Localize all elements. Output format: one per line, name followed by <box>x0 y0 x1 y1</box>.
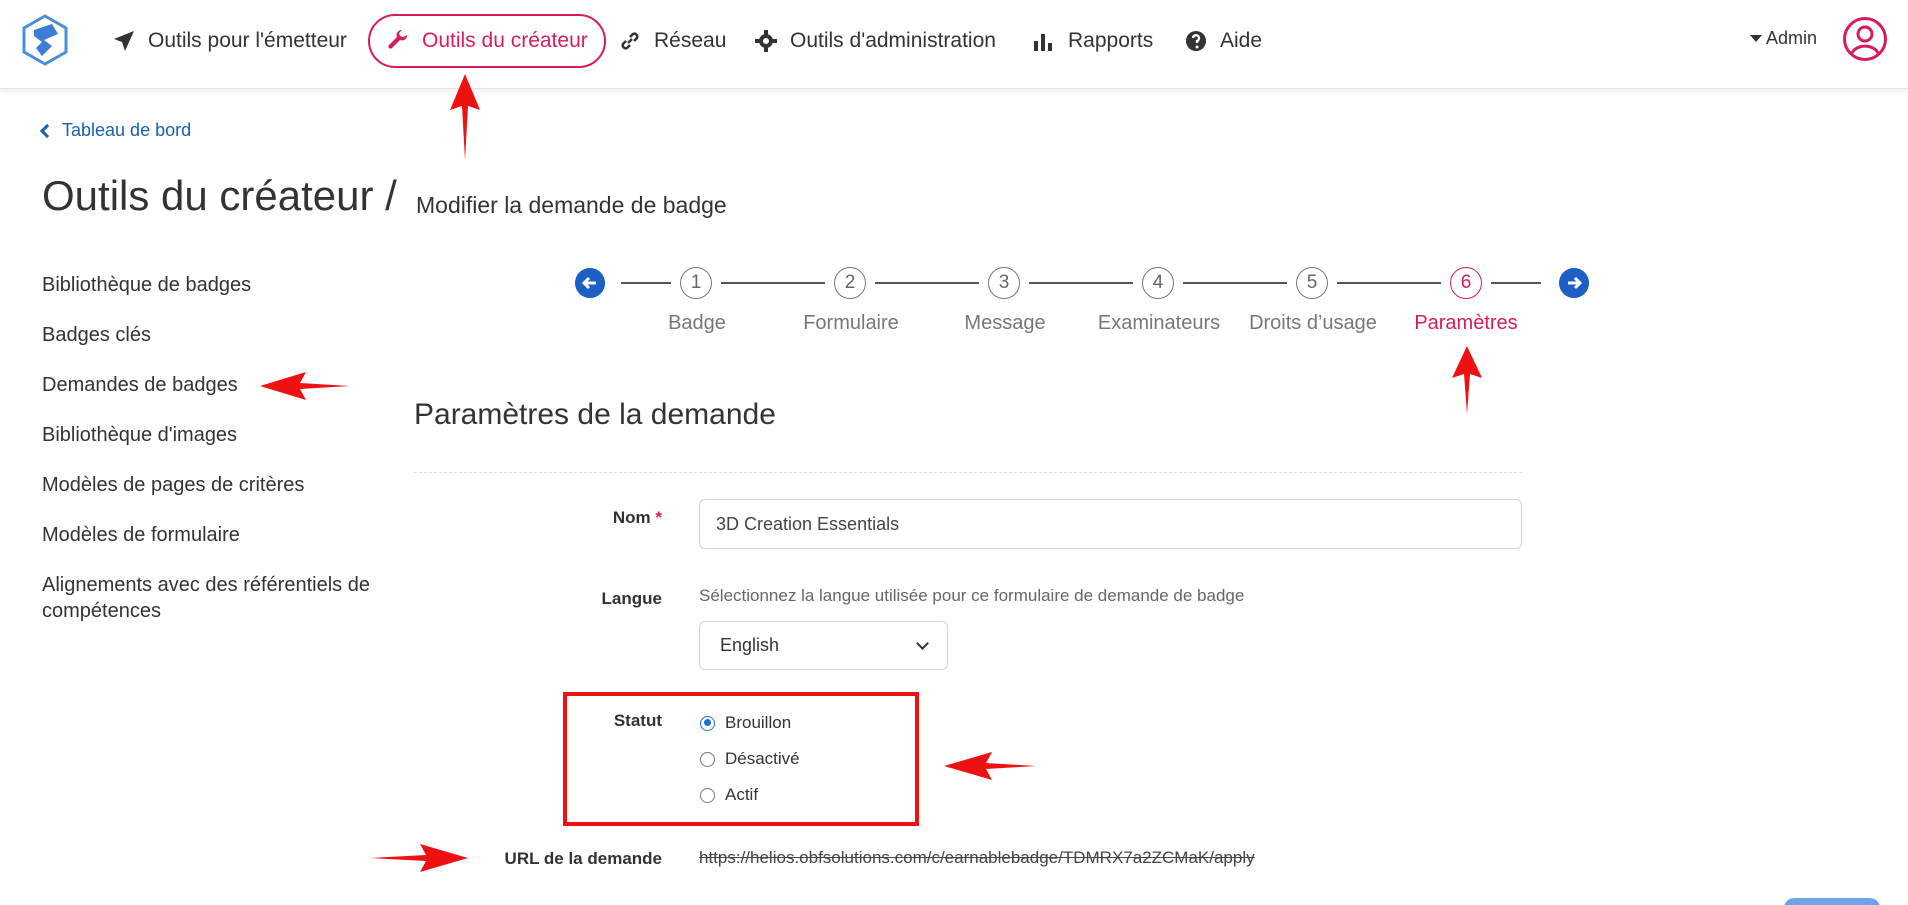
next-step-button[interactable] <box>1559 268 1589 298</box>
user-name: Admin <box>1766 28 1818 48</box>
step-1-label[interactable]: Badge <box>668 312 726 335</box>
name-label-text: Nom <box>612 508 651 527</box>
section-divider <box>414 472 1522 473</box>
step-connector <box>1491 282 1541 284</box>
gear-icon <box>755 30 777 52</box>
status-option-draft[interactable]: Brouillon <box>700 713 791 733</box>
status-option-label: Désactivé <box>725 749 800 768</box>
sidebar: Bibliothèque de badges Badges clés Deman… <box>42 272 382 648</box>
nav-admin-tools-label: Outils d'administration <box>790 29 996 52</box>
step-connector <box>721 282 825 284</box>
step-4-label[interactable]: Examinateurs <box>1098 312 1220 335</box>
nav-issuer-tools-label: Outils pour l'émetteur <box>148 29 347 52</box>
status-label: Statut <box>613 711 662 730</box>
sidebar-item-competency-alignments[interactable]: Alignements avec des référentiels de com… <box>42 572 382 624</box>
nav-network-label: Réseau <box>654 29 727 52</box>
bar-chart-icon <box>1034 34 1052 51</box>
nav-issuer-tools[interactable]: Outils pour l'émetteur <box>112 14 347 68</box>
url-label: URL de la demande <box>504 849 662 868</box>
caret-down-icon <box>1750 35 1762 42</box>
annotation-arrow-up-icon <box>1452 346 1482 414</box>
previous-step-button[interactable] <box>575 268 605 298</box>
wizard-stepper: 1 2 3 4 5 6 Badge Formulaire Message Exa… <box>575 264 1595 344</box>
request-url[interactable]: https://helios.obfsolutions.com/c/earnab… <box>699 848 1255 868</box>
step-5-circle[interactable]: 5 <box>1296 267 1328 299</box>
status-option-label: Actif <box>725 785 759 804</box>
chevron-left-icon <box>39 123 55 138</box>
nav-help-label: Aide <box>1220 29 1263 52</box>
step-4-circle[interactable]: 4 <box>1142 267 1174 299</box>
step-6-label[interactable]: Paramètres <box>1414 312 1517 335</box>
sidebar-item-form-templates[interactable]: Modèles de formulaire <box>42 522 382 548</box>
radio-button-checked[interactable] <box>700 715 715 731</box>
sidebar-item-image-library[interactable]: Bibliothèque d'images <box>42 422 382 448</box>
nav-admin-tools[interactable]: Outils d'administration <box>754 14 996 68</box>
annotation-arrow-left-icon <box>260 372 350 400</box>
step-1-circle[interactable]: 1 <box>680 267 712 299</box>
chevron-down-icon <box>916 636 929 650</box>
nav-help[interactable]: Aide <box>1184 14 1262 68</box>
status-option-active[interactable]: Actif <box>700 785 758 805</box>
step-3-label[interactable]: Message <box>964 312 1045 335</box>
radio-button[interactable] <box>700 787 715 803</box>
name-input[interactable]: 3D Creation Essentials <box>699 499 1522 549</box>
language-help-text: Sélectionnez la langue utilisée pour ce … <box>699 586 1245 605</box>
wrench-icon <box>388 29 408 49</box>
language-select-value: English <box>720 635 780 655</box>
nav-network[interactable]: Réseau <box>618 14 726 68</box>
top-navbar: Outils pour l'émetteur Outils du créateu… <box>0 0 1908 89</box>
nav-creator-tools[interactable]: Outils du créateur <box>368 14 606 68</box>
annotation-arrow-left-icon <box>944 752 1036 780</box>
step-connector <box>1183 282 1287 284</box>
name-label: Nom * <box>560 508 662 528</box>
link-icon <box>621 32 639 50</box>
name-input-value: 3D Creation Essentials <box>716 513 900 534</box>
status-option-disabled[interactable]: Désactivé <box>700 749 800 769</box>
question-circle-icon <box>1186 31 1206 51</box>
nav-reports[interactable]: Rapports <box>1032 14 1153 68</box>
step-6-circle[interactable]: 6 <box>1450 267 1482 299</box>
page-subtitle: Modifier la demande de badge <box>416 192 727 218</box>
step-connector <box>1029 282 1133 284</box>
step-2-label[interactable]: Formulaire <box>803 312 899 335</box>
sidebar-item-badge-library[interactable]: Bibliothèque de badges <box>42 272 382 298</box>
step-3-circle[interactable]: 3 <box>988 267 1020 299</box>
nav-creator-tools-label: Outils du créateur <box>422 29 588 52</box>
section-title: Paramètres de la demande <box>414 398 776 431</box>
radio-button[interactable] <box>700 751 715 767</box>
user-menu[interactable]: Admin <box>1750 28 1817 49</box>
language-label: Langue <box>601 589 662 608</box>
step-2-circle[interactable]: 2 <box>834 267 866 299</box>
save-button[interactable] <box>1784 898 1880 905</box>
step-connector <box>875 282 979 284</box>
step-5-label[interactable]: Droits d’usage <box>1249 312 1377 335</box>
required-mark: * <box>655 508 662 527</box>
back-to-dashboard-link[interactable]: Tableau de bord <box>39 120 192 141</box>
nav-reports-label: Rapports <box>1068 29 1154 52</box>
page-title: Outils du créateur / <box>42 172 397 219</box>
step-connector <box>1337 282 1441 284</box>
sidebar-item-criteria-templates[interactable]: Modèles de pages de critères <box>42 472 382 498</box>
annotation-arrow-right-icon <box>370 844 468 872</box>
paper-plane-icon <box>114 31 134 51</box>
status-option-label: Brouillon <box>725 713 792 732</box>
annotation-arrow-up-icon <box>450 74 480 160</box>
back-link-label: Tableau de bord <box>62 120 192 140</box>
language-select[interactable]: English <box>699 621 948 670</box>
sidebar-item-key-badges[interactable]: Badges clés <box>42 322 382 348</box>
user-avatar-icon[interactable] <box>1842 16 1888 62</box>
app-logo-icon[interactable] <box>22 14 68 66</box>
step-connector <box>621 282 671 284</box>
